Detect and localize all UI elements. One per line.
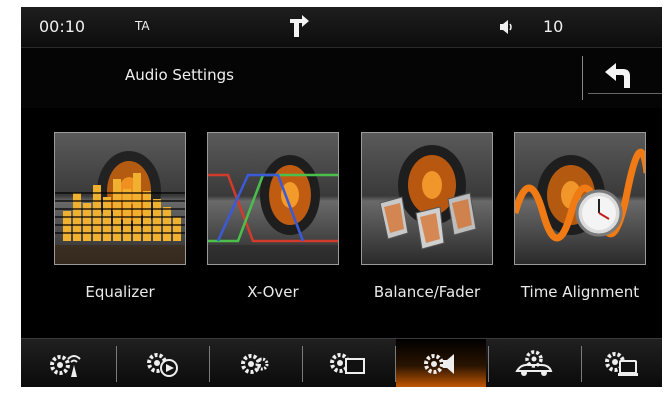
equalizer-speaker-icon xyxy=(55,151,185,264)
time-alignment-tile[interactable] xyxy=(514,132,646,265)
vehicle-settings-icon xyxy=(515,349,553,376)
head-unit-screen: 00:10 TA 10 Audio Settings Equalizer X-O… xyxy=(21,7,662,387)
media-settings-icon xyxy=(147,352,178,377)
general-settings-icon xyxy=(241,353,269,374)
balance-fader-seats-icon xyxy=(379,145,477,250)
back-arrow-icon xyxy=(605,63,630,88)
time-alignment-label: Time Alignment xyxy=(520,283,640,301)
back-underline xyxy=(588,93,662,94)
crossover-speaker-icon xyxy=(208,155,338,264)
time-alignment-clock-icon xyxy=(515,148,645,242)
media-settings-button[interactable] xyxy=(117,339,207,387)
general-settings-button[interactable] xyxy=(210,339,300,387)
audio-settings-icon xyxy=(424,353,454,374)
vehicle-settings-button[interactable] xyxy=(489,339,579,387)
page-title: Audio Settings xyxy=(125,66,234,84)
equalizer-label: Equalizer xyxy=(85,283,155,301)
audio-settings-button[interactable] xyxy=(396,339,486,387)
x-over-label: X-Over xyxy=(247,283,299,301)
display-settings-icon xyxy=(330,352,365,374)
volume-level: 10 xyxy=(543,17,564,36)
status-bar: 00:10 TA 10 xyxy=(21,7,662,48)
header-divider xyxy=(582,56,583,100)
speaker-icon xyxy=(500,20,512,34)
equalizer-tile[interactable] xyxy=(54,132,186,265)
back-button[interactable] xyxy=(592,58,654,94)
display-settings-button[interactable] xyxy=(303,339,393,387)
x-over-tile[interactable] xyxy=(207,132,339,265)
traffic-announcement-indicator: TA xyxy=(135,19,150,33)
turn-right-arrow-icon xyxy=(290,15,309,37)
system-settings-button[interactable] xyxy=(582,339,662,387)
page-header: Audio Settings xyxy=(21,48,662,108)
radio-settings-icon xyxy=(50,354,81,377)
system-settings-icon xyxy=(605,351,638,376)
settings-category-bar xyxy=(21,338,662,387)
balance-fader-label: Balance/Fader xyxy=(373,283,481,301)
balance-fader-tile[interactable] xyxy=(361,132,493,265)
clock: 00:10 xyxy=(39,17,86,36)
radio-settings-button[interactable] xyxy=(21,339,111,387)
